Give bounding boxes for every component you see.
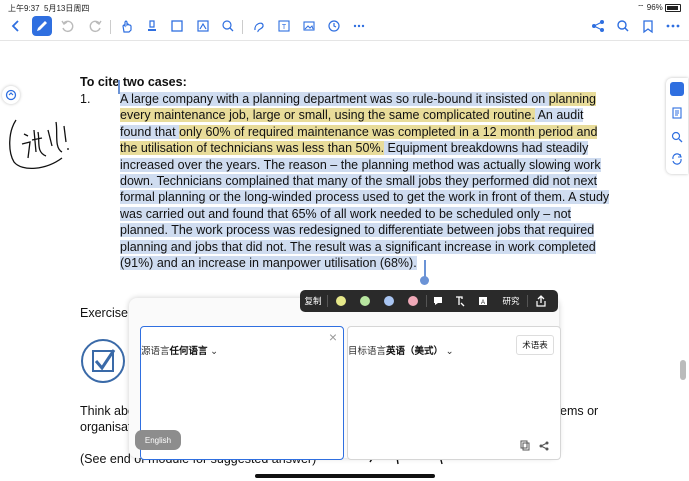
exercise-checkbox-icon (80, 338, 126, 389)
list-number: 1. (80, 92, 91, 106)
side-search-icon[interactable] (670, 130, 684, 149)
page-nav-icon[interactable] (2, 86, 20, 104)
chevron-down-icon: ⌄ (210, 346, 219, 357)
text-style-icon[interactable] (450, 290, 470, 312)
target-text-box[interactable]: 目标语言英语（美式） ⌄ 术语表 (347, 326, 561, 460)
search-icon[interactable] (613, 16, 633, 36)
section-title: To cite two cases: (80, 75, 187, 89)
home-indicator (255, 474, 435, 478)
svg-text:A: A (481, 300, 485, 306)
more-options-icon[interactable] (663, 16, 683, 36)
toolbar-divider (0, 40, 689, 41)
comment-icon[interactable] (428, 290, 448, 312)
copy-button[interactable]: 复制 (300, 290, 326, 312)
handwritten-annotation (9, 119, 69, 169)
clock-icon[interactable] (324, 16, 344, 36)
highlighter-icon[interactable] (142, 16, 162, 36)
share-icon[interactable] (538, 439, 550, 457)
translate-menu-icon[interactable]: A (473, 290, 493, 312)
share-menu-icon[interactable] (530, 290, 552, 312)
toolbar: T (0, 14, 689, 40)
copy-icon[interactable] (520, 439, 532, 457)
selection-start-handle[interactable] (118, 80, 120, 94)
document-icon[interactable] (670, 106, 684, 125)
wifi-icon: ⌔ (636, 3, 645, 12)
selected-text[interactable]: A large company with a planning departme… (120, 92, 549, 106)
status-right: ⌔ 96% (637, 3, 681, 13)
case-paragraph[interactable]: A large company with a planning departme… (120, 91, 615, 271)
selected-text[interactable]: Equipment breakdowns had steadily increa… (120, 141, 610, 271)
highlight-pink-button[interactable] (403, 290, 423, 312)
chevron-down-icon: ⌄ (445, 346, 454, 357)
scrollbar-handle[interactable] (680, 360, 686, 380)
hand-icon[interactable] (117, 16, 137, 36)
status-bar: 上午9:37 5月13日周四 ⌔ 96% (0, 0, 689, 14)
undo-icon[interactable] (57, 16, 77, 36)
rectangle-select-icon[interactable] (167, 16, 187, 36)
pen-settings-icon[interactable] (32, 16, 52, 36)
image-icon[interactable] (299, 16, 319, 36)
battery-percent: 96% (646, 3, 663, 12)
status-time: 上午9:37 5月13日周四 (8, 4, 90, 13)
share-graph-icon[interactable] (588, 16, 608, 36)
source-language-selector[interactable]: 源语言任何语言 ⌄ (141, 343, 218, 357)
sticker-icon[interactable] (218, 16, 238, 36)
translate-icon[interactable] (670, 82, 684, 96)
refresh-icon[interactable] (670, 152, 684, 171)
think-text: Think abo organisat (80, 404, 135, 434)
shapes-icon[interactable] (193, 16, 213, 36)
target-language-selector[interactable]: 目标语言英语（美式） ⌄ (348, 343, 454, 357)
svg-text:T: T (282, 24, 287, 31)
right-side-panel (666, 78, 688, 174)
redo-icon[interactable] (86, 16, 106, 36)
back-icon[interactable] (6, 16, 26, 36)
close-icon[interactable]: × (329, 329, 337, 345)
text-tool-icon[interactable]: T (274, 16, 294, 36)
bookmark-icon[interactable] (638, 16, 658, 36)
translation-panel: 源语言任何语言 ⌄ × 目标语言英语（美式） ⌄ 术语表 (129, 298, 561, 460)
glossary-button[interactable]: 术语表 (516, 335, 554, 355)
lasso-icon[interactable] (249, 16, 269, 36)
english-button[interactable]: English (135, 430, 181, 450)
highlight-green-button[interactable] (355, 290, 375, 312)
think-text-right: ems or (560, 404, 599, 418)
highlight-blue-button[interactable] (379, 290, 399, 312)
selection-context-menu: 复制 A 研究 (300, 290, 558, 312)
highlight-yellow-button[interactable] (331, 290, 351, 312)
more-icon[interactable] (349, 16, 369, 36)
battery-icon (665, 3, 681, 12)
selection-end-knob[interactable] (420, 276, 429, 285)
research-button[interactable]: 研究 (498, 290, 524, 312)
